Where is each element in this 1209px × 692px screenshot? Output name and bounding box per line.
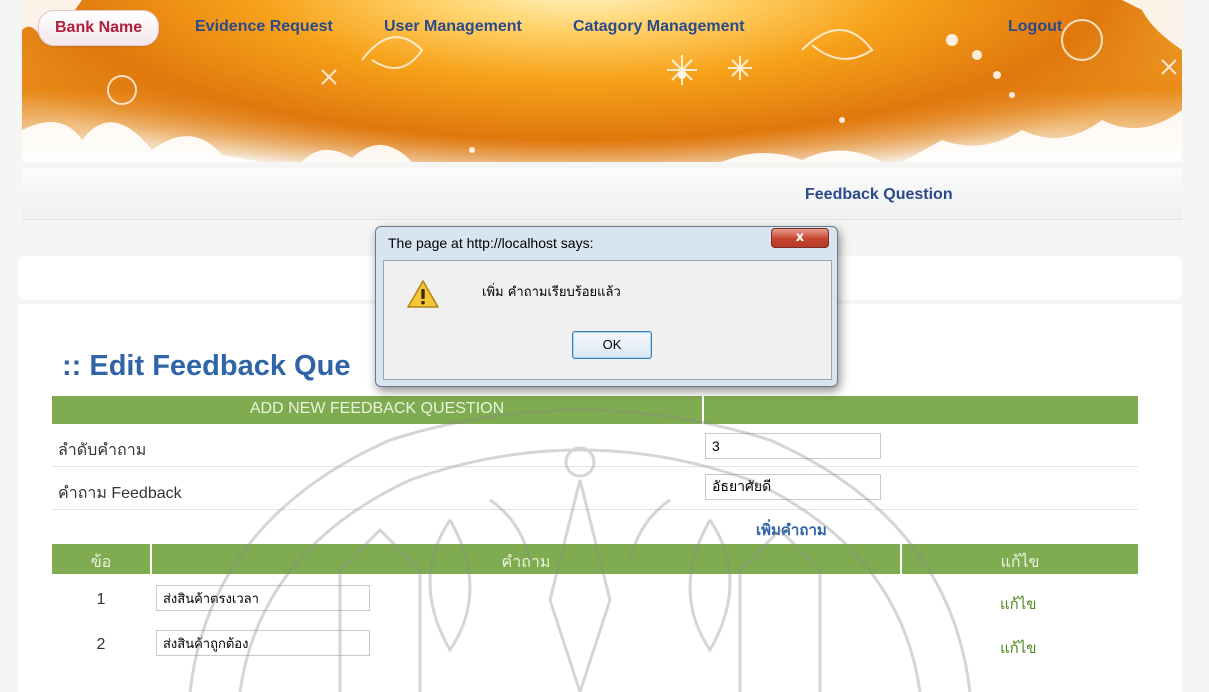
nav-evidence-request[interactable]: Evidence Request: [195, 18, 333, 36]
nav-feedback-question[interactable]: Feedback Question: [805, 186, 953, 204]
dialog-ok-button[interactable]: OK: [572, 331, 652, 359]
add-question-header: ADD NEW FEEDBACK QUESTION: [52, 396, 1138, 424]
form-divider: [52, 509, 1138, 510]
header-edit: แก้ไข: [1000, 554, 1040, 571]
row-number: 1: [96, 591, 106, 608]
question-label: คำถาม Feedback: [58, 485, 182, 502]
nav-bank-name[interactable]: Bank Name: [38, 10, 160, 46]
questions-table-header: ข้อ คำถาม แก้ไข: [52, 544, 1138, 574]
nav-category-management[interactable]: Catagory Management: [573, 18, 745, 36]
header-question: คำถาม: [501, 554, 551, 571]
dialog-body: เพิ่ม คำถามเรียบร้อยแล้ว OK: [383, 260, 832, 380]
header-divider: [702, 396, 704, 424]
nav-user-management[interactable]: User Management: [384, 18, 522, 36]
dialog-title: The page at http://localhost says:: [388, 235, 594, 251]
add-question-header-title: ADD NEW FEEDBACK QUESTION: [249, 400, 505, 417]
row-number: 2: [96, 636, 106, 653]
question-input[interactable]: [705, 474, 881, 500]
order-label: ลำดับคำถาม: [58, 442, 147, 459]
page: Bank Name Evidence Request User Manageme…: [0, 0, 1209, 692]
order-input[interactable]: [705, 433, 881, 459]
alert-dialog: The page at http://localhost says: x เพิ…: [375, 226, 838, 387]
dialog-message: เพิ่ม คำถามเรียบร้อยแล้ว: [482, 285, 621, 300]
row-edit-link[interactable]: แก้ไข: [1000, 636, 1037, 660]
row-question-input[interactable]: [156, 585, 370, 611]
nav-logout[interactable]: Logout: [1008, 18, 1062, 36]
form-divider: [52, 466, 1138, 467]
row-question-input[interactable]: [156, 630, 370, 656]
main-nav: [22, 168, 1182, 220]
header-no: ข้อ: [90, 554, 112, 571]
page-title: :: Edit Feedback Que: [62, 350, 351, 382]
add-question-link[interactable]: เพิ่มคำถาม: [756, 518, 827, 542]
dialog-close-button[interactable]: x: [771, 228, 829, 248]
row-edit-link[interactable]: แก้ไข: [1000, 592, 1037, 616]
warning-icon: [407, 280, 439, 308]
